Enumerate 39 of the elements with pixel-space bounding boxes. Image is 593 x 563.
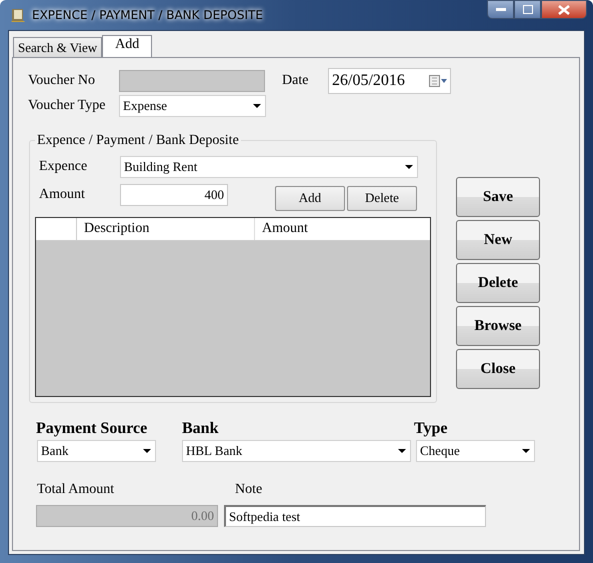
column-header[interactable]: Amount bbox=[255, 218, 430, 240]
field-label: Voucher No bbox=[28, 73, 96, 89]
grid-button[interactable]: Add bbox=[275, 186, 345, 210]
close-button[interactable] bbox=[541, 0, 587, 19]
action-button[interactable]: New bbox=[456, 220, 540, 260]
field-label: Voucher Type bbox=[28, 98, 106, 114]
minimize-icon bbox=[496, 8, 506, 12]
maximize-button[interactable] bbox=[514, 0, 541, 19]
field-label: Date bbox=[282, 73, 310, 89]
field-label: Note bbox=[235, 482, 262, 498]
payment-source-dropdown[interactable]: Bank bbox=[37, 440, 156, 462]
ledger-icon bbox=[10, 7, 26, 23]
type-dropdown[interactable]: Cheque bbox=[416, 440, 535, 462]
action-button[interactable]: Save bbox=[456, 177, 540, 217]
bank-dropdown[interactable]: HBL Bank bbox=[182, 440, 411, 462]
close-icon bbox=[558, 4, 570, 14]
voucher-type-dropdown[interactable]: Expense bbox=[119, 95, 266, 117]
maximize-icon bbox=[522, 5, 532, 14]
field-label: Total Amount bbox=[37, 482, 116, 498]
tab[interactable]: Add bbox=[102, 35, 152, 58]
action-button[interactable]: Close bbox=[456, 349, 540, 389]
note-field[interactable]: Softpedia test bbox=[224, 505, 486, 527]
action-button[interactable]: Browse bbox=[456, 306, 540, 346]
amount-field[interactable]: 400 bbox=[120, 184, 228, 206]
tab[interactable]: Search & View bbox=[13, 37, 102, 57]
minimize-button[interactable] bbox=[487, 0, 514, 19]
date-picker[interactable]: 26/05/2016 bbox=[328, 68, 451, 94]
field-label: Amount bbox=[39, 187, 86, 203]
column-header[interactable]: Description bbox=[77, 218, 255, 240]
group-title: Expence / Payment / Bank Deposite bbox=[35, 133, 241, 149]
expence-dropdown[interactable]: Building Rent bbox=[120, 156, 418, 178]
grid-button[interactable]: Delete bbox=[347, 186, 417, 210]
calendar-icon bbox=[429, 75, 447, 87]
field-label: Type bbox=[414, 420, 448, 438]
field-label: Bank bbox=[182, 420, 220, 438]
action-button[interactable]: Delete bbox=[456, 263, 540, 303]
field-label: Payment Source bbox=[36, 420, 148, 438]
window-title: EXPENCE / PAYMENT / BANK DEPOSITE bbox=[32, 8, 263, 22]
field-label: Expence bbox=[39, 159, 88, 175]
